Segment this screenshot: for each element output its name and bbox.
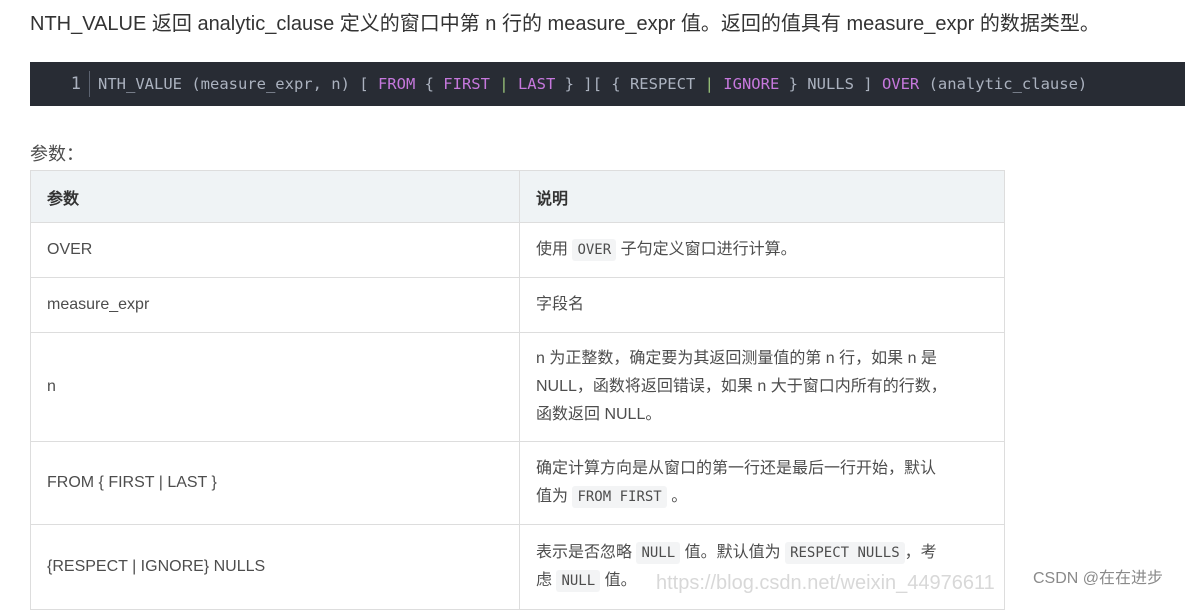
desc-text: 虑 <box>536 572 557 589</box>
desc-cell: 确定计算方向是从窗口的第一行还是最后一行开始，默认 值为 FROM FIRST 。 <box>519 441 1005 525</box>
code-text: { <box>415 75 444 93</box>
inline-code: NULL <box>636 542 681 564</box>
header-param: 参数 <box>30 170 520 223</box>
line-number: 1 <box>30 71 90 97</box>
code-pipe: | <box>704 75 724 93</box>
code-text: NTH_VALUE (measure_expr, n) [ <box>98 75 378 93</box>
desc-text: 子句定义窗口进行计算。 <box>616 241 797 258</box>
inline-code: FROM FIRST <box>572 486 667 508</box>
code-pipe: | <box>489 75 518 93</box>
param-cell: n <box>30 332 520 442</box>
param-cell: {RESPECT | IGNORE} NULLS <box>30 524 520 610</box>
code-text: } ][ { RESPECT <box>555 75 705 93</box>
desc-cell: n 为正整数，确定要为其返回测量值的第 n 行，如果 n 是 NULL，函数将返回… <box>519 332 1005 442</box>
header-desc: 说明 <box>519 170 1005 223</box>
param-cell: OVER <box>30 222 520 278</box>
params-table: 参数 说明 OVER 使用 OVER 子句定义窗口进行计算。 measure_e… <box>30 170 1005 610</box>
inline-code: RESPECT NULLS <box>785 542 905 564</box>
code-keyword-from: FROM <box>377 75 416 93</box>
desc-line: 函数返回 NULL。 <box>536 406 662 423</box>
desc-text: 。 <box>666 488 688 505</box>
desc-cell: 使用 OVER 子句定义窗口进行计算。 <box>519 222 1005 278</box>
table-header-row: 参数 说明 <box>30 170 1005 223</box>
table-row: measure_expr 字段名 <box>30 277 1005 333</box>
inline-code: OVER <box>572 239 617 261</box>
desc-cell: 表示是否忽略 NULL 值。默认值为 RESPECT NULLS ，考虑 NULL… <box>519 524 1005 610</box>
desc-line: n 为正整数，确定要为其返回测量值的第 n 行，如果 n 是 <box>536 350 937 367</box>
desc-text: 值为 <box>536 488 573 505</box>
code-keyword-last: LAST <box>517 75 556 93</box>
code-text: } NULLS ] <box>779 75 882 93</box>
desc-text: 表示是否忽略 <box>536 544 637 561</box>
watermark-csdn: CSDN @在在进步 <box>1033 570 1164 587</box>
param-cell: measure_expr <box>30 277 520 333</box>
code-keyword-first: FIRST <box>443 75 490 93</box>
desc-line: 确定计算方向是从窗口的第一行还是最后一行开始，默认 <box>536 460 937 477</box>
inline-code: NULL <box>556 570 601 592</box>
desc-line: NULL，函数将返回错误，如果 n 大于窗口内所有的行数， <box>536 378 947 395</box>
table-row: OVER 使用 OVER 子句定义窗口进行计算。 <box>30 222 1005 278</box>
desc-text: ，考 <box>904 544 937 561</box>
table-row: FROM { FIRST | LAST } 确定计算方向是从窗口的第一行还是最后… <box>30 441 1005 525</box>
code-block: 1 NTH_VALUE (measure_expr, n) [ FROM { F… <box>30 62 1185 106</box>
code-keyword-over: OVER <box>881 75 920 93</box>
code-text: (analytic_clause) <box>919 75 1088 93</box>
code-keyword-ignore: IGNORE <box>723 75 780 93</box>
desc-text: 使用 <box>536 241 573 258</box>
params-label: 参数： <box>30 144 84 164</box>
table-row: {RESPECT | IGNORE} NULLS 表示是否忽略 NULL 值。默… <box>30 524 1005 610</box>
desc-text: 值。默认值为 <box>680 544 786 561</box>
param-cell: FROM { FIRST | LAST } <box>30 441 520 525</box>
desc-cell: 字段名 <box>519 277 1005 333</box>
desc-text: 值。 <box>600 572 637 589</box>
code-line: NTH_VALUE (measure_expr, n) [ FROM { FIR… <box>90 75 1087 93</box>
intro-paragraph: NTH_VALUE 返回 analytic_clause 定义的窗口中第 n 行… <box>30 13 1100 35</box>
table-row: n n 为正整数，确定要为其返回测量值的第 n 行，如果 n 是 NULL，函数将… <box>30 332 1005 442</box>
